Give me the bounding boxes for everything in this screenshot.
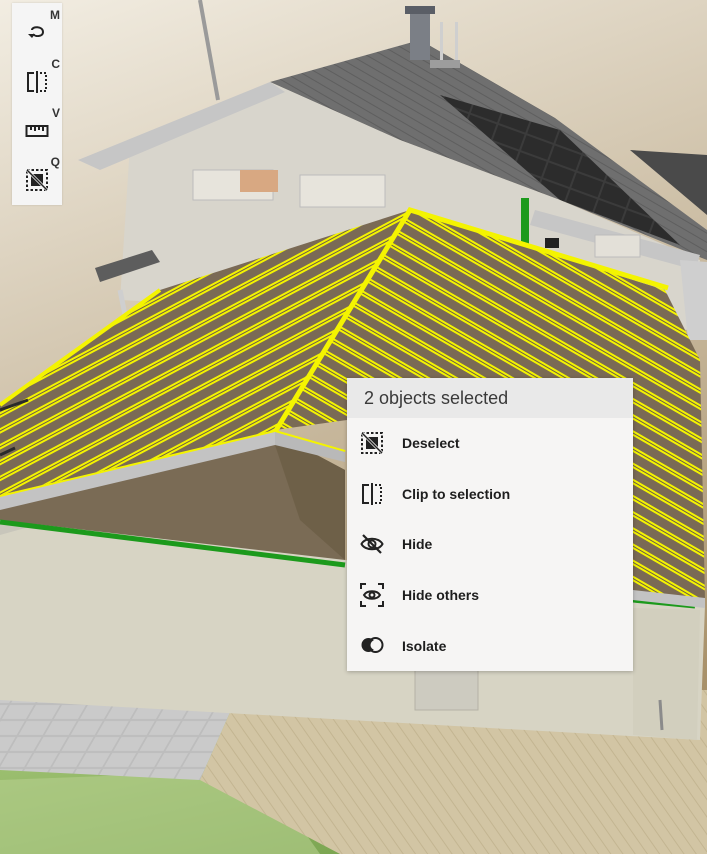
- clip-tool-button[interactable]: C: [12, 56, 62, 104]
- shortcut-key-label: Q: [50, 155, 60, 169]
- orbit-tool-button[interactable]: M: [12, 7, 62, 55]
- clip-to-selection-menu-item[interactable]: Clip to selection: [347, 469, 633, 520]
- eye-off-icon: [360, 534, 384, 554]
- shortcut-key-label: C: [51, 57, 60, 71]
- clip-icon: [27, 71, 47, 93]
- isolate-icon: [361, 637, 384, 654]
- eye-focus-icon: [360, 582, 384, 607]
- orbit-icon: [28, 26, 45, 38]
- deselect-menu-item[interactable]: Deselect: [347, 418, 633, 469]
- view-toolbar: M C V Q: [12, 3, 62, 205]
- deselect-tool-button[interactable]: Q: [12, 154, 62, 202]
- deselect-icon: [360, 431, 384, 455]
- menu-item-label: Hide: [402, 536, 433, 553]
- isolate-menu-item[interactable]: Isolate: [347, 620, 633, 671]
- measure-ruler-icon: [25, 125, 49, 137]
- deselect-icon: [25, 168, 49, 192]
- menu-item-label: Clip to selection: [402, 485, 511, 502]
- menu-item-label: Isolate: [402, 637, 447, 654]
- hide-menu-item[interactable]: Hide: [347, 519, 633, 570]
- shortcut-key-label: V: [51, 106, 60, 120]
- clip-icon: [362, 482, 382, 505]
- menu-item-label: Deselect: [402, 435, 460, 452]
- menu-item-label: Hide others: [402, 587, 480, 604]
- hide-others-menu-item[interactable]: Hide others: [347, 570, 633, 621]
- shortcut-key-label: M: [50, 8, 60, 22]
- menu-title: 2 objects selected: [347, 378, 633, 418]
- measure-tool-button[interactable]: V: [12, 105, 62, 153]
- selection-context-menu: 2 objects selected Deselect Clip to sele…: [347, 378, 633, 671]
